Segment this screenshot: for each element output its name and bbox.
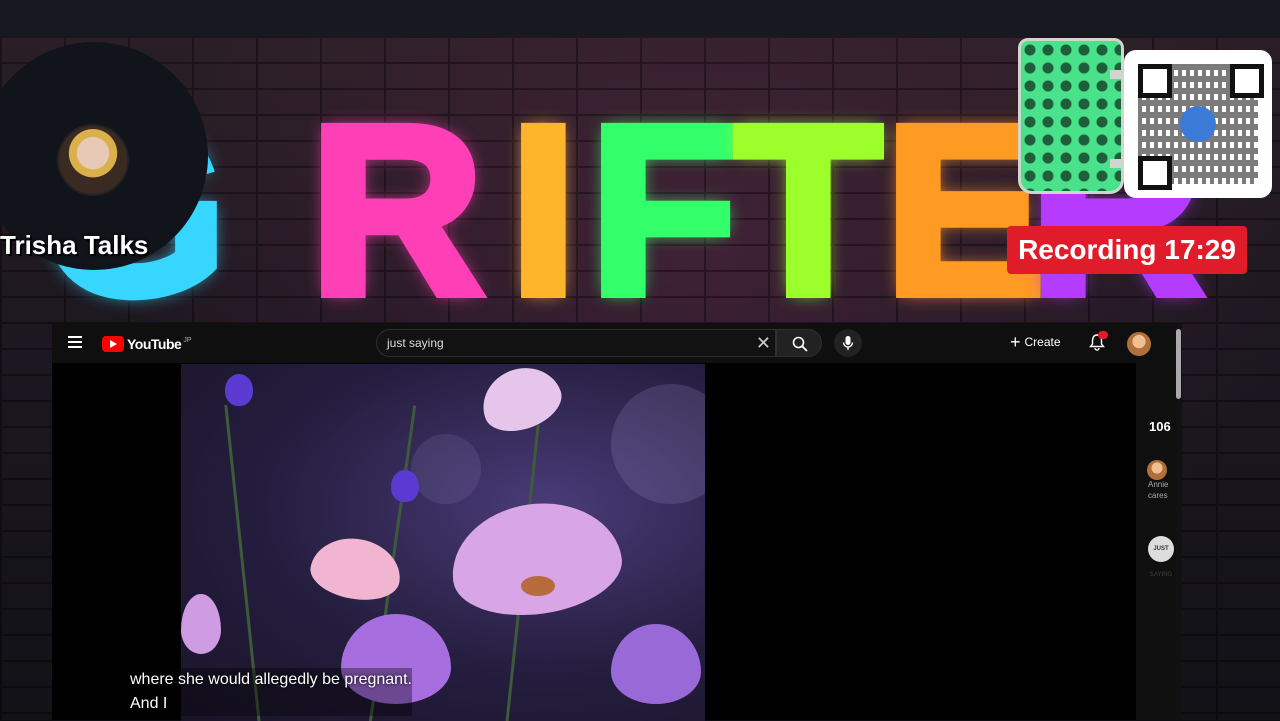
flower-bud	[225, 374, 253, 406]
channel-badge[interactable]: JUST SAYING	[1148, 536, 1174, 578]
plus-icon: +	[1010, 332, 1021, 352]
neon-letter-f: F	[585, 76, 742, 344]
flower-petal	[473, 364, 569, 441]
qr-corner-tl	[1138, 64, 1172, 98]
bokeh-light	[611, 384, 705, 504]
channel-text-line-2: cares	[1148, 491, 1168, 500]
recording-timer: Recording 17:29	[1007, 226, 1247, 274]
channel-text: Annie cares	[1148, 479, 1168, 501]
qr-logo	[1180, 106, 1216, 142]
voice-search-button[interactable]	[834, 329, 862, 357]
youtube-region-code: JP	[183, 336, 192, 344]
streamer-name-tag: Trisha Talks	[0, 230, 149, 260]
search-icon	[792, 336, 808, 352]
streamer-avatar	[57, 124, 129, 196]
youtube-window: YouTube JP just saying ✕ + Create	[52, 323, 1182, 721]
flower-petal	[444, 492, 628, 626]
account-avatar[interactable]	[1127, 332, 1151, 356]
flower-petal	[306, 531, 406, 607]
channel-text-line-1: Annie	[1148, 480, 1169, 489]
search-input-value: just saying	[387, 336, 444, 350]
flower-center	[521, 576, 555, 596]
flower-petal	[181, 594, 221, 654]
qr-code[interactable]	[1124, 50, 1272, 198]
caption-line-2: And I	[130, 695, 168, 712]
mug-graphic	[1018, 38, 1124, 194]
view-count: 106	[1149, 419, 1171, 434]
notification-badge	[1098, 331, 1108, 339]
scrollbar-thumb[interactable]	[1176, 329, 1181, 399]
video-caption: where she would allegedly be pregnant. A…	[130, 668, 412, 716]
channel-avatar[interactable]	[1147, 460, 1167, 480]
youtube-logo-icon	[102, 336, 124, 352]
qr-corner-tr	[1230, 64, 1264, 98]
neon-letter-r: R	[305, 76, 488, 344]
flower-bud	[391, 470, 419, 502]
close-icon[interactable]: ✕	[756, 333, 771, 353]
neon-letter-t: T	[730, 76, 887, 344]
search-input[interactable]: just saying ✕	[376, 329, 776, 357]
youtube-header: YouTube JP just saying ✕ + Create	[52, 323, 1182, 363]
create-button[interactable]: + Create	[1010, 333, 1061, 351]
bokeh-light	[411, 434, 481, 504]
qr-corner-bl	[1138, 156, 1172, 190]
youtube-logo[interactable]: YouTube JP	[102, 335, 191, 353]
caption-line-1: where she would allegedly be pregnant.	[130, 671, 412, 688]
create-label: Create	[1024, 335, 1061, 349]
menu-icon[interactable]	[68, 336, 82, 348]
mic-icon	[842, 336, 854, 350]
youtube-logo-text: YouTube	[127, 336, 182, 352]
top-bar	[0, 0, 1280, 36]
neon-letter-i: I	[505, 76, 582, 344]
flower-petal	[611, 624, 701, 704]
search-button[interactable]	[776, 329, 822, 357]
